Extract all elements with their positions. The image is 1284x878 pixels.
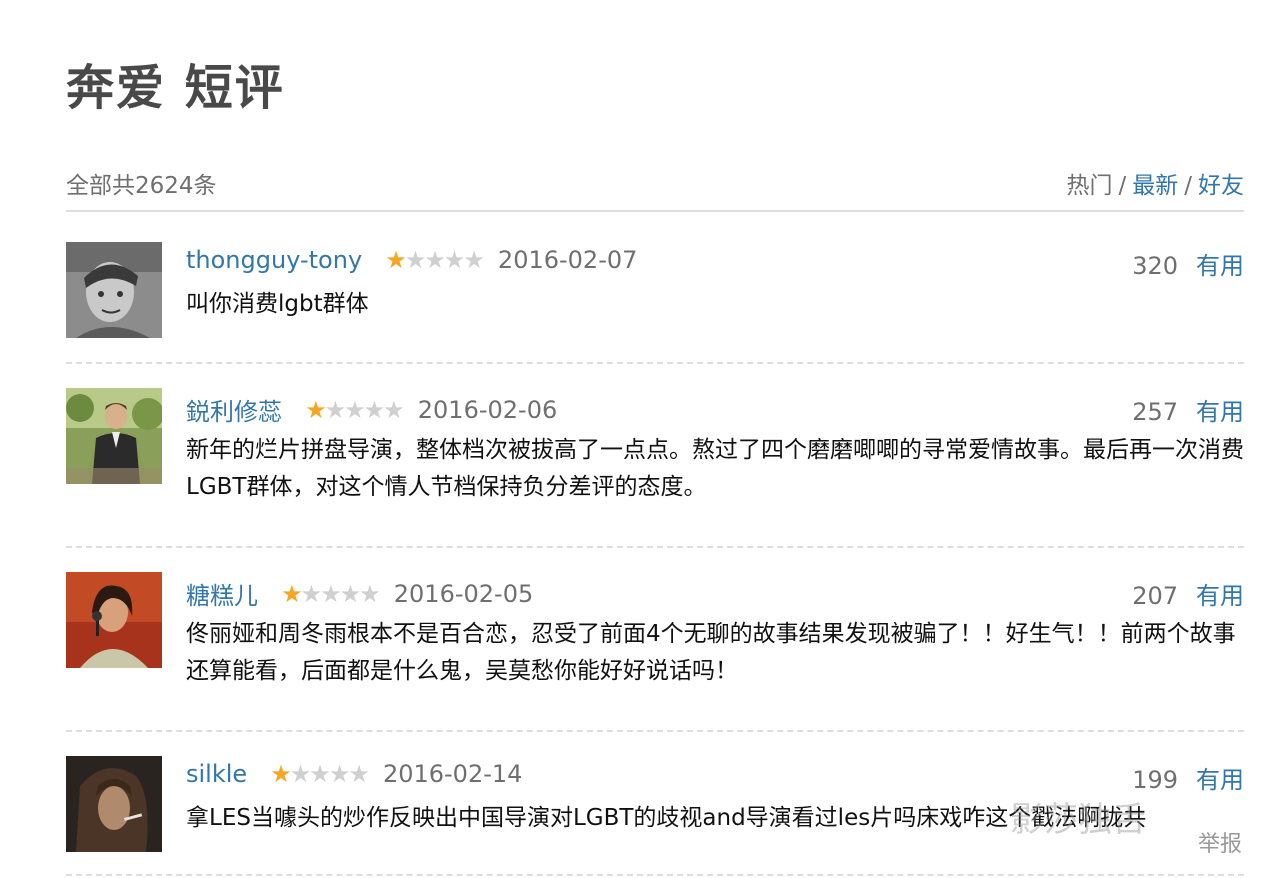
vote-count: 257 [1132, 398, 1178, 426]
total-count: 全部共2624条 [66, 173, 217, 199]
comment-date: 2016-02-14 [382, 760, 523, 788]
vote-area: 257 有用 [1132, 392, 1244, 427]
comment-meta: 糖糕儿 ★★★★★ 2016-02-05 [186, 576, 534, 611]
tab-separator: / [1184, 173, 1192, 199]
sort-tabs: 热门 / 最新 / 好友 [1067, 166, 1245, 200]
username-link[interactable]: 糖糕儿 [186, 582, 258, 610]
divider [66, 546, 1244, 548]
user-avatar[interactable] [66, 242, 162, 338]
divider [66, 874, 1244, 876]
comment-date: 2016-02-07 [497, 246, 638, 274]
sketch-portrait-icon [66, 242, 162, 338]
useful-button[interactable]: 有用 [1196, 766, 1244, 794]
tab-separator: / [1118, 173, 1127, 199]
vote-count: 199 [1132, 766, 1178, 794]
useful-button[interactable]: 有用 [1196, 398, 1244, 426]
user-avatar[interactable] [66, 756, 162, 852]
comment-item: silkle ★★★★★ 2016-02-14 199 有用 拿LES当噱头的炒作… [66, 756, 1244, 878]
comment-meta: silkle ★★★★★ 2016-02-14 [186, 760, 522, 794]
rating-stars: ★★★★★ [305, 395, 405, 424]
man-in-suit-photo-icon [66, 388, 162, 484]
vote-area: 199 有用 [1132, 760, 1244, 795]
comment-meta: 鋭利修蕊 ★★★★★ 2016-02-06 [186, 392, 558, 427]
tab-friends[interactable]: 好友 [1198, 173, 1244, 199]
comment-item: thongguy-tony ★★★★★ 2016-02-07 320 有用 叫你消… [66, 242, 1244, 372]
comment-text: 佟丽娅和周冬雨根本不是百合恋，忍受了前面4个无聊的故事结果发现被骗了！！好生气！… [186, 621, 1236, 684]
page-title: 奔爱 短评 [66, 60, 285, 116]
dark-portrait-photo-icon [66, 756, 162, 852]
comment-date: 2016-02-05 [393, 579, 534, 608]
vote-count: 207 [1132, 582, 1178, 610]
rating-stars: ★★★★★ [270, 760, 370, 788]
comment-item: 鋭利修蕊 ★★★★★ 2016-02-06 257 有用 新年的烂片拼盘导演，整体… [66, 388, 1244, 558]
comment-item: 糖糕儿 ★★★★★ 2016-02-05 207 有用 佟丽娅和周冬雨根本不是百合… [66, 572, 1244, 742]
user-avatar[interactable] [66, 388, 162, 484]
comment-meta: thongguy-tony ★★★★★ 2016-02-07 [186, 246, 637, 280]
tab-latest[interactable]: 最新 [1132, 173, 1178, 199]
useful-button[interactable]: 有用 [1196, 252, 1244, 280]
divider [66, 362, 1244, 364]
user-avatar[interactable] [66, 572, 162, 668]
useful-button[interactable]: 有用 [1196, 582, 1244, 610]
comment-text: 拿LES当噱头的炒作反映出中国导演对LGBT的歧视and导演看过les片吗床戏咋… [186, 805, 1147, 831]
report-link[interactable]: 举报 [1198, 826, 1242, 858]
divider [66, 730, 1244, 732]
singer-photo-icon [66, 572, 162, 668]
vote-area: 207 有用 [1132, 576, 1244, 611]
summary-bar: 全部共2624条 热门 / 最新 / 好友 [66, 162, 1244, 212]
rating-stars: ★★★★★ [385, 246, 485, 274]
username-link[interactable]: thongguy-tony [186, 246, 362, 274]
username-link[interactable]: silkle [186, 760, 247, 788]
username-link[interactable]: 鋭利修蕊 [186, 398, 282, 426]
comment-text: 新年的烂片拼盘导演，整体档次被拔高了一点点。熬过了四个磨磨唧唧的寻常爱情故事。最… [186, 437, 1244, 500]
comment-text: 叫你消费lgbt群体 [186, 291, 369, 317]
comment-date: 2016-02-06 [417, 395, 558, 424]
tab-hot[interactable]: 热门 [1067, 173, 1113, 199]
rating-stars: ★★★★★ [281, 579, 381, 608]
vote-area: 320 有用 [1132, 246, 1244, 281]
vote-count: 320 [1132, 252, 1178, 280]
